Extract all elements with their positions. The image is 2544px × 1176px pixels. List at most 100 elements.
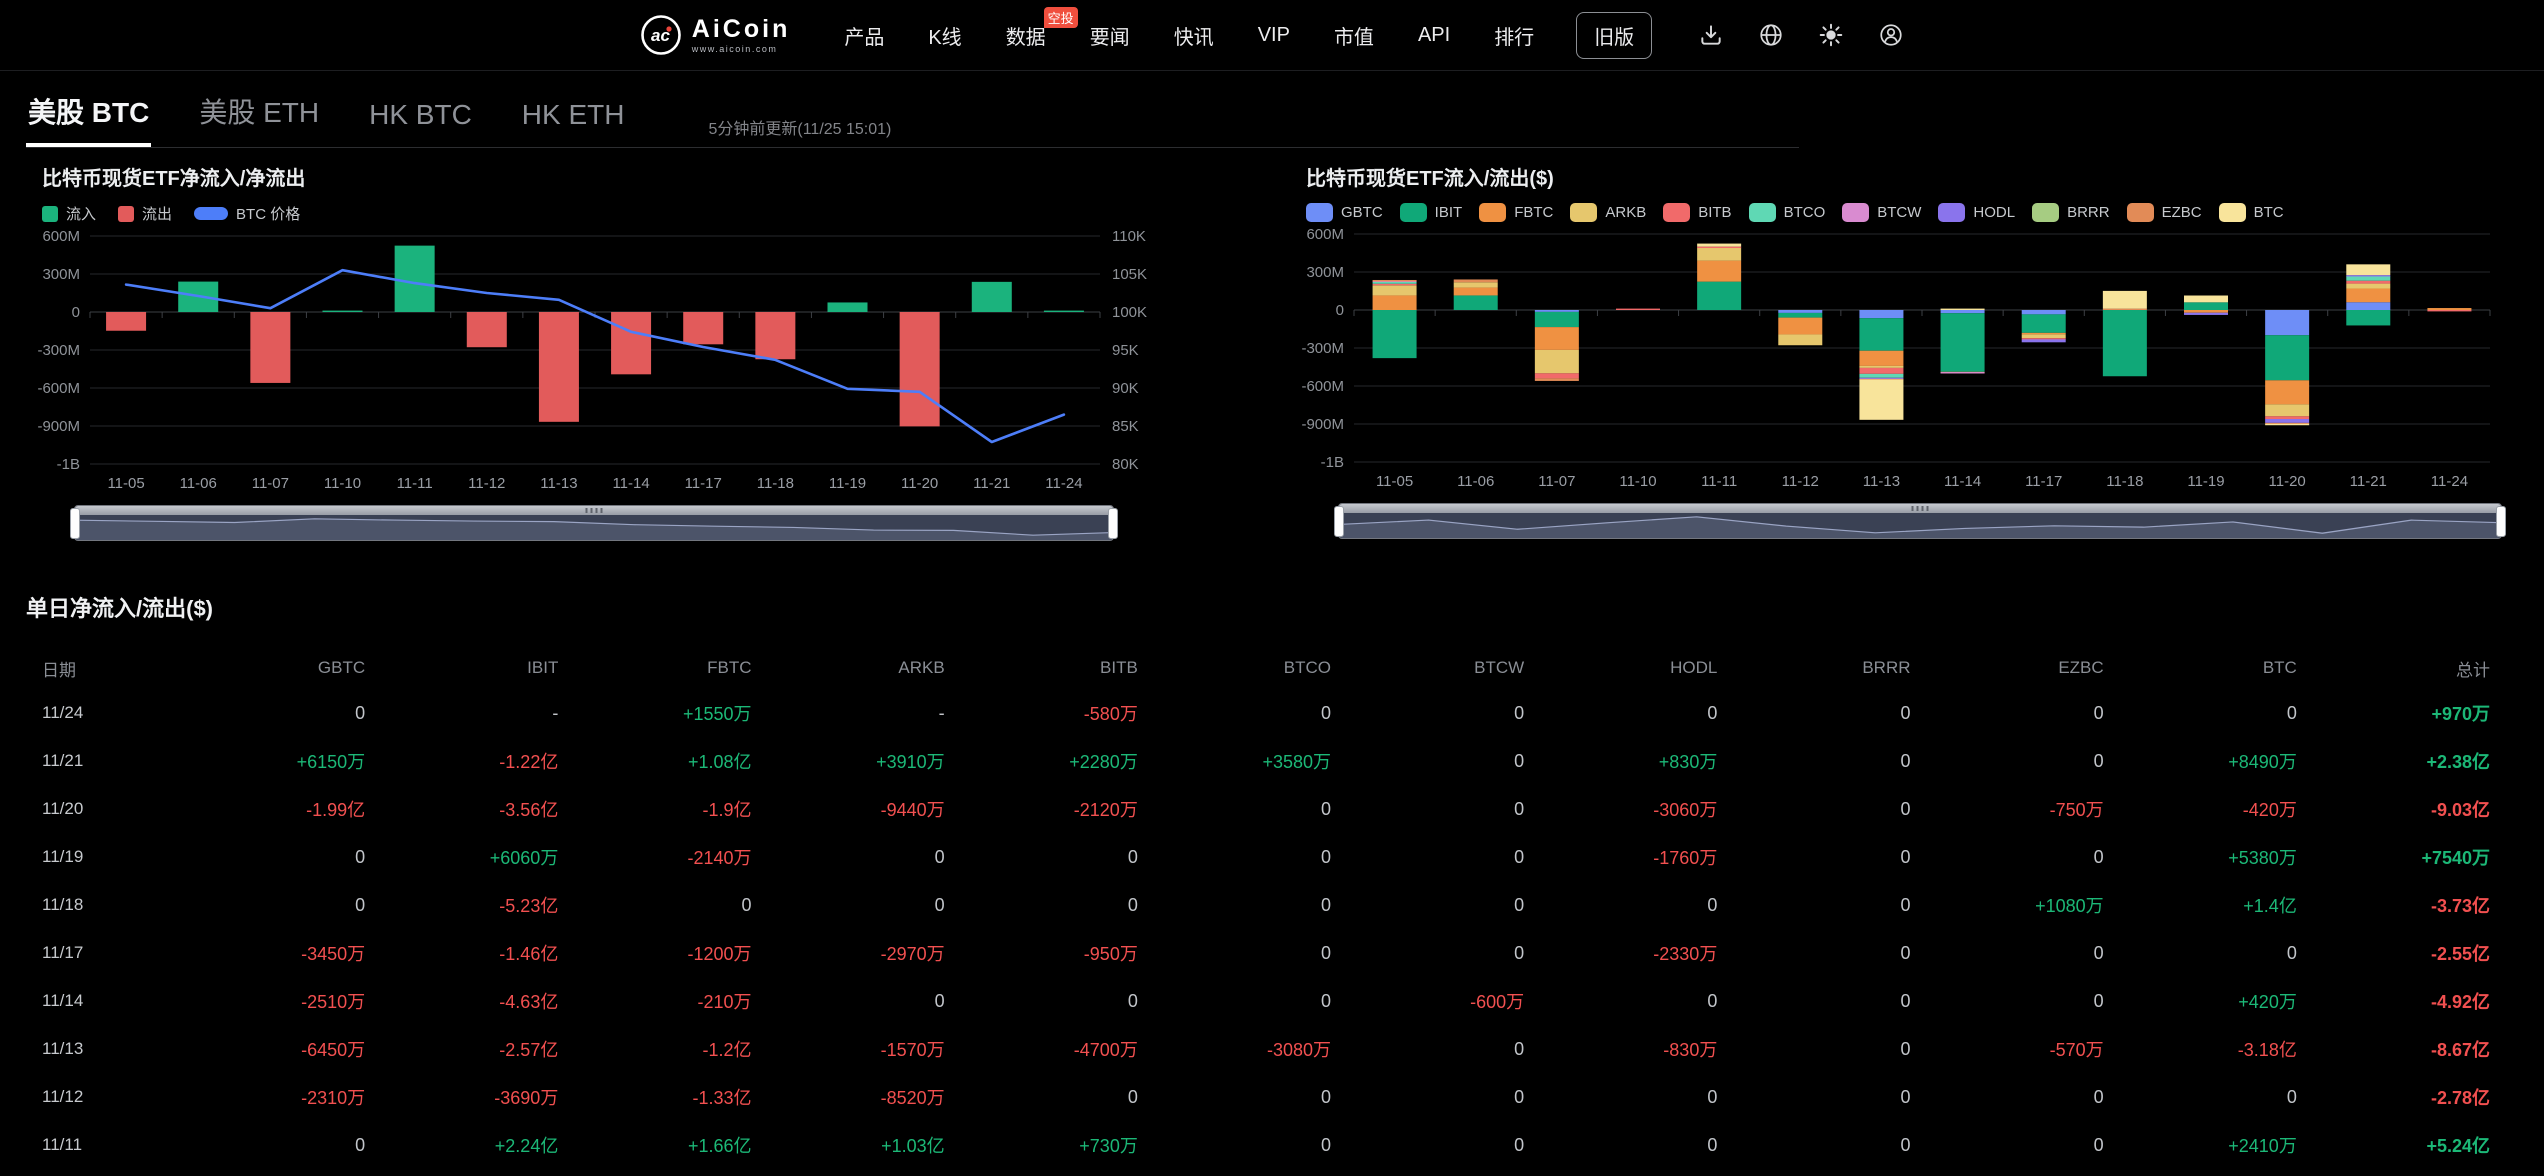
nav-item-3[interactable]: 要闻 [1090, 21, 1130, 50]
download-icon[interactable] [1698, 22, 1724, 48]
nav-item-4[interactable]: 快讯 [1174, 21, 1214, 50]
stacked-bar-segment[interactable] [2265, 419, 2309, 423]
stacked-bar-segment[interactable] [1778, 310, 1822, 313]
stacked-bar-segment[interactable] [1535, 312, 1579, 327]
legend-item[interactable]: 流入 [42, 203, 96, 224]
tab-1[interactable]: 美股 ETH [197, 71, 321, 147]
stacked-bar-segment[interactable] [1373, 310, 1417, 358]
data-zoom-grip[interactable] [586, 508, 603, 513]
stacked-bar-segment[interactable] [1697, 282, 1741, 310]
legend-item[interactable]: BTCO [1749, 203, 1826, 222]
stacked-bar-segment[interactable] [1941, 372, 1985, 373]
stacked-bar-segment[interactable] [1535, 310, 1579, 312]
theme-icon[interactable] [1818, 22, 1844, 48]
legend-item[interactable]: BITB [1663, 203, 1731, 222]
stacked-bar-segment[interactable] [1373, 282, 1417, 284]
stacked-bar-segment[interactable] [2184, 296, 2228, 303]
stacked-bar-segment[interactable] [1697, 244, 1741, 247]
stacked-bar-segment[interactable] [2346, 302, 2390, 310]
legend-item[interactable]: GBTC [1306, 203, 1383, 222]
nav-item-1[interactable]: K线 [928, 21, 961, 50]
stacked-bar-segment[interactable] [1373, 284, 1417, 286]
stacked-bar-segment[interactable] [1941, 313, 1985, 372]
stacked-bar-segment[interactable] [1373, 285, 1417, 295]
stacked-bar-segment[interactable] [2265, 310, 2309, 335]
table-row[interactable]: 11/240-+1550万--580万000000+970万 [42, 689, 2490, 737]
table-row[interactable]: 11/17-3450万-1.46亿-1200万-2970万-950万00-233… [42, 929, 2490, 977]
stacked-bar-segment[interactable] [1697, 248, 1741, 261]
stacked-bar-segment[interactable] [1859, 310, 1903, 318]
stacked-bar-segment[interactable] [2346, 264, 2390, 275]
table-row[interactable]: 11/110+2.24亿+1.66亿+1.03亿+730万00000+2410万… [42, 1121, 2490, 1169]
flow-bar[interactable] [323, 311, 363, 312]
stacked-bar-segment[interactable] [2427, 308, 2471, 310]
stacked-bar-segment[interactable] [1859, 318, 1903, 351]
legend-item[interactable]: FBTC [1479, 203, 1553, 222]
nav-item-5[interactable]: VIP [1258, 24, 1290, 47]
data-zoom-track[interactable] [1339, 504, 2501, 513]
legend-item[interactable]: EZBC [2127, 203, 2202, 222]
stacked-bar-segment[interactable] [1697, 247, 1741, 248]
stacked-bar-segment[interactable] [1535, 327, 1579, 350]
data-zoom-handle-right[interactable] [1108, 508, 1118, 539]
nav-item-7[interactable]: API [1418, 24, 1450, 47]
nav-item-2[interactable]: 数据空投 [1006, 21, 1046, 50]
legend-item[interactable]: ARKB [1570, 203, 1646, 222]
stacked-bar-segment[interactable] [2346, 276, 2390, 281]
stacked-bar-segment[interactable] [1859, 368, 1903, 374]
legend-item[interactable]: 流出 [118, 203, 172, 224]
stacked-bar-segment[interactable] [1859, 351, 1903, 366]
stacked-bar-segment[interactable] [2022, 333, 2066, 335]
stacked-bar-segment[interactable] [1535, 378, 1579, 381]
table-row[interactable]: 11/20-1.99亿-3.56亿-1.9亿-9440万-2120万00-306… [42, 785, 2490, 833]
stacked-bar-segment[interactable] [1616, 309, 1660, 310]
stacked-bar-segment[interactable] [1859, 380, 1903, 420]
tab-2[interactable]: HK BTC [367, 79, 474, 147]
stacked-bar-segment[interactable] [1941, 310, 1985, 313]
stacked-bar-segment[interactable] [1697, 261, 1741, 282]
nav-item-8[interactable]: 排行 [1494, 21, 1534, 50]
stacked-bar-segment[interactable] [2265, 380, 2309, 404]
flow-bar[interactable] [1044, 311, 1084, 312]
stacked-bar-segment[interactable] [2265, 404, 2309, 416]
flow-bar[interactable] [828, 302, 868, 312]
table-row[interactable]: 11/21+6150万-1.22亿+1.08亿+3910万+2280万+3580… [42, 737, 2490, 785]
stacked-bar-segment[interactable] [1454, 295, 1498, 310]
data-zoom-track[interactable] [75, 506, 1113, 515]
data-zoom-handle-right[interactable] [2496, 506, 2506, 537]
stacked-bar-segment[interactable] [2103, 310, 2147, 376]
stacked-bar-segment[interactable] [2265, 416, 2309, 419]
stacked-bar-segment[interactable] [2022, 339, 2066, 342]
stacked-bar-segment[interactable] [1859, 366, 1903, 368]
stacked-bar-segment[interactable] [1778, 334, 1822, 345]
flow-bar[interactable] [106, 312, 146, 331]
stacked-bar-segment[interactable] [2184, 313, 2228, 315]
stacked-bar-segment[interactable] [2346, 275, 2390, 276]
stacked-bar-segment[interactable] [2103, 309, 2147, 310]
stacked-bar-segment[interactable] [1535, 350, 1579, 373]
stacked-bar-segment[interactable] [2346, 284, 2390, 289]
stacked-bar-segment[interactable] [2103, 291, 2147, 309]
stacked-bar-segment[interactable] [2022, 338, 2066, 339]
flow-bar[interactable] [250, 312, 290, 383]
profile-icon[interactable] [1878, 22, 1904, 48]
stacked-bar-segment[interactable] [1778, 313, 1822, 318]
legend-item[interactable]: BTCW [1842, 203, 1921, 222]
data-zoom-slider[interactable] [74, 505, 1114, 541]
stacked-bar-segment[interactable] [2265, 424, 2309, 425]
logo[interactable]: ac AiCoin www.aicoin.com [640, 14, 791, 56]
stacked-bar-segment[interactable] [1778, 318, 1822, 335]
legend-item[interactable]: IBIT [1400, 203, 1463, 222]
stacked-bar-segment[interactable] [1373, 280, 1417, 281]
stacked-bar-segment[interactable] [2022, 310, 2066, 314]
data-zoom-slider[interactable] [1338, 503, 2502, 539]
stacked-bar-segment[interactable] [2184, 310, 2228, 313]
legend-item[interactable]: BRRR [2032, 203, 2110, 222]
data-zoom-handle-left[interactable] [70, 508, 80, 539]
stacked-bar-segment[interactable] [1454, 288, 1498, 296]
flow-bar[interactable] [611, 312, 651, 374]
flow-bar[interactable] [683, 312, 723, 344]
stacked-bar-segment[interactable] [1535, 373, 1579, 378]
legend-item[interactable]: HODL [1938, 203, 2015, 222]
nav-item-6[interactable]: 市值 [1334, 21, 1374, 50]
